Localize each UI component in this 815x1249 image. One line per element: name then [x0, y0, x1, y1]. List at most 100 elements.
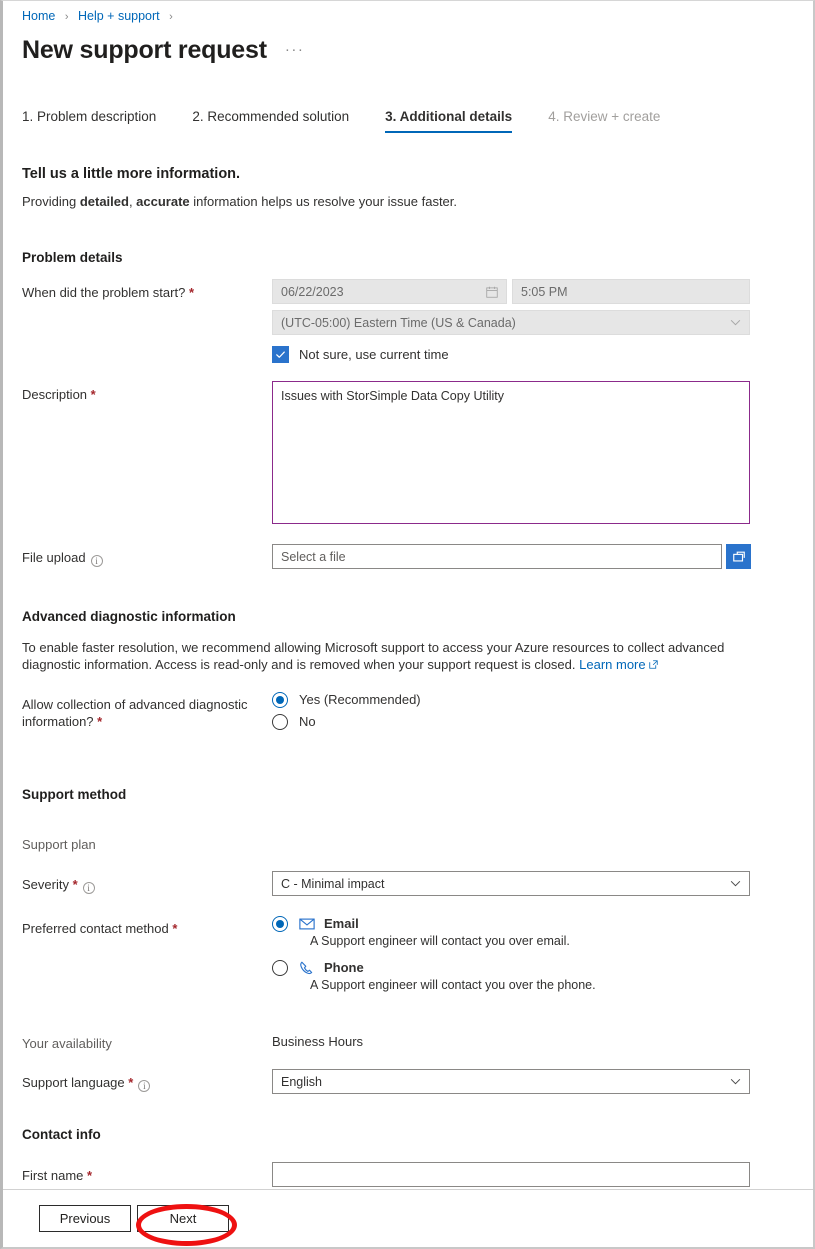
radio-label-yes: Yes (Recommended): [299, 692, 421, 707]
info-icon-language[interactable]: i: [138, 1080, 151, 1092]
field-description-control: [272, 381, 794, 527]
check-icon: [276, 351, 285, 358]
allow-diagnostic-label-line2: information?: [22, 714, 94, 729]
first-name-label-text: First name: [22, 1168, 84, 1183]
intro-desc-bold2: accurate: [136, 194, 190, 209]
contact-method-required-marker: *: [172, 921, 178, 936]
radio-allow-diagnostic-no[interactable]: No: [272, 713, 794, 730]
learn-more-link[interactable]: Learn more: [579, 657, 645, 672]
breadcrumb-separator-icon-2: ›: [169, 11, 173, 23]
support-language-required-marker: *: [128, 1075, 134, 1090]
description-textarea[interactable]: [272, 381, 750, 524]
radio-circle-no: [272, 714, 288, 730]
field-severity-label: Severity * i: [22, 871, 272, 894]
availability-value: Business Hours: [272, 1034, 364, 1049]
intro-heading: Tell us a little more information.: [22, 166, 241, 182]
contact-option-phone[interactable]: Phone A Support engineer will contact yo…: [272, 959, 794, 992]
field-first-name: First name *: [22, 1162, 794, 1187]
checkbox-box: [272, 346, 289, 363]
file-browse-button[interactable]: [726, 544, 751, 569]
field-first-name-label: First name *: [22, 1162, 272, 1184]
intro-description: Providing detailed, accurate information…: [22, 194, 794, 210]
contact-method-label-text: Preferred contact method: [22, 921, 169, 936]
field-allow-diagnostic: Allow collection of advanced diagnostic i…: [22, 691, 794, 732]
radio-circle-phone: [272, 960, 288, 976]
field-file-upload: File upload i Select a file: [22, 544, 794, 569]
datetime-line: 06/22/2023 5:05 PM: [272, 279, 794, 304]
previous-button[interactable]: Previous: [39, 1205, 131, 1232]
field-problem-start-controls: 06/22/2023 5:05 PM (UTC-05:00) Eastern T…: [272, 279, 794, 363]
wizard-footer: Previous Next: [3, 1189, 813, 1247]
breadcrumb-separator-icon: ›: [64, 11, 69, 23]
file-upload-placeholder: Select a file: [281, 549, 346, 564]
radio-circle-email: [272, 916, 288, 932]
contact-option-email-name: Email: [324, 916, 359, 931]
field-problem-start: When did the problem start? * 06/22/2023…: [22, 279, 794, 363]
support-request-page: Home › Help + support › New support requ…: [0, 0, 815, 1249]
support-language-value: English: [281, 1074, 322, 1089]
page-title: New support request: [22, 36, 267, 64]
section-problem-details-heading: Problem details: [22, 250, 123, 265]
breadcrumb-item-help-support[interactable]: Help + support: [78, 9, 160, 23]
problem-start-time-value: 5:05 PM: [521, 284, 568, 299]
field-allow-diagnostic-label: Allow collection of advanced diagnostic i…: [22, 691, 272, 730]
field-file-upload-control: Select a file: [272, 544, 794, 569]
tab-additional-details[interactable]: 3. Additional details: [385, 109, 513, 133]
info-icon[interactable]: i: [90, 555, 103, 567]
allow-diagnostic-label-line1: Allow collection of advanced diagnostic: [22, 697, 248, 712]
phone-icon: [300, 961, 313, 974]
problem-start-date-input[interactable]: 06/22/2023: [272, 279, 507, 304]
severity-required-marker: *: [72, 877, 78, 892]
field-contact-method-label: Preferred contact method *: [22, 915, 272, 937]
problem-start-timezone-value: (UTC-05:00) Eastern Time (US & Canada): [281, 315, 516, 330]
tab-recommended-solution[interactable]: 2. Recommended solution: [192, 109, 349, 133]
support-language-select[interactable]: English: [272, 1069, 750, 1094]
chevron-down-icon-language: [730, 1078, 741, 1085]
file-upload-input[interactable]: Select a file: [272, 544, 722, 569]
page-title-row: New support request ···: [3, 25, 813, 65]
field-contact-method-control: Email A Support engineer will contact yo…: [272, 915, 794, 1003]
contact-option-phone-head: Phone: [272, 959, 794, 976]
file-upload-label-text: File upload: [22, 550, 86, 565]
page-content: Home › Help + support › New support requ…: [3, 1, 813, 1189]
section-support-method-heading: Support method: [22, 787, 127, 802]
field-availability-label: Your availability: [22, 1036, 112, 1051]
form-body: Tell us a little more information. Provi…: [3, 166, 813, 1189]
field-first-name-control: [272, 1162, 794, 1187]
radio-allow-diagnostic-yes[interactable]: Yes (Recommended): [272, 691, 794, 708]
field-problem-start-label: When did the problem start? *: [22, 279, 272, 301]
contact-option-email-description: A Support engineer will contact you over…: [310, 934, 570, 948]
first-name-input[interactable]: [272, 1162, 750, 1187]
problem-start-label-text: When did the problem start?: [22, 285, 186, 300]
field-description-label: Description *: [22, 381, 272, 403]
contact-option-email[interactable]: Email A Support engineer will contact yo…: [272, 915, 794, 948]
problem-start-timezone-select[interactable]: (UTC-05:00) Eastern Time (US & Canada): [272, 310, 750, 335]
not-sure-use-current-time-checkbox[interactable]: Not sure, use current time: [272, 346, 794, 363]
info-icon-severity[interactable]: i: [82, 882, 95, 894]
more-options-icon[interactable]: ···: [285, 42, 305, 57]
section-contact-info-heading: Contact info: [22, 1127, 101, 1142]
radio-label-no: No: [299, 714, 316, 729]
breadcrumb-item-home[interactable]: Home: [22, 9, 55, 23]
problem-start-time-input[interactable]: 5:05 PM: [512, 279, 750, 304]
first-name-required-marker: *: [87, 1168, 93, 1183]
allow-diagnostic-required-marker: *: [97, 714, 103, 729]
severity-value: C - Minimal impact: [281, 876, 385, 891]
advanced-diagnostic-paragraph: To enable faster resolution, we recommen…: [22, 639, 734, 673]
severity-select[interactable]: C - Minimal impact: [272, 871, 750, 896]
calendar-icon: [486, 286, 498, 298]
field-availability: Your availability Business Hours: [22, 1030, 794, 1052]
tab-review-create[interactable]: 4. Review + create: [548, 109, 660, 133]
support-plan-value: [272, 831, 794, 835]
field-allow-diagnostic-control: Yes (Recommended) No: [272, 691, 794, 732]
intro-desc-part3: information helps us resolve your issue …: [189, 194, 458, 209]
contact-option-phone-description: A Support engineer will contact you over…: [310, 978, 596, 992]
not-sure-label: Not sure, use current time: [299, 347, 449, 362]
description-required-marker: *: [90, 387, 96, 402]
folder-browse-icon: [732, 551, 745, 562]
next-button[interactable]: Next: [137, 1205, 229, 1232]
support-language-label-text: Support language: [22, 1075, 125, 1090]
footer-buttons: Previous Next: [3, 1190, 813, 1247]
tab-problem-description[interactable]: 1. Problem description: [22, 109, 156, 133]
chevron-down-icon: [730, 319, 741, 326]
